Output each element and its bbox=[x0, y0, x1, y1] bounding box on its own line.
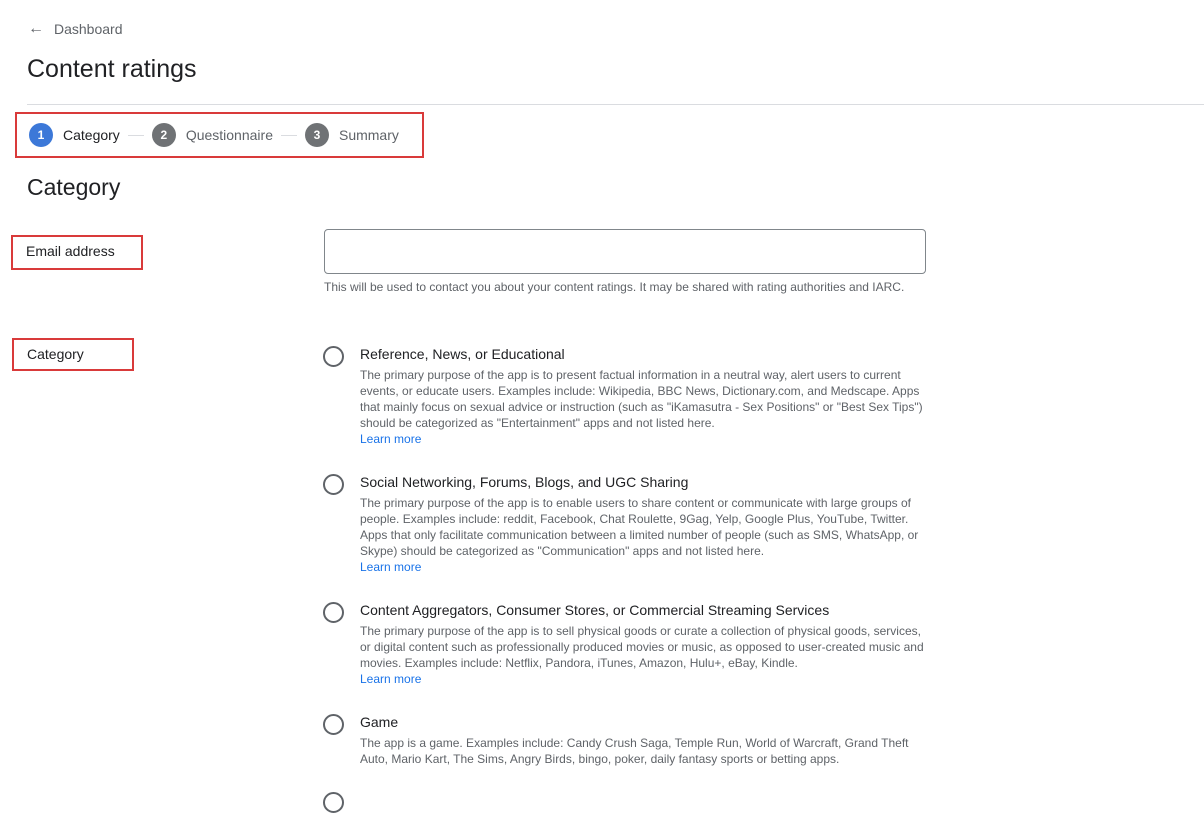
email-address-label: Email address bbox=[11, 235, 143, 270]
step-label: Summary bbox=[338, 127, 399, 143]
page-title: Content ratings bbox=[27, 55, 197, 83]
step-number-badge: 3 bbox=[304, 123, 329, 147]
back-to-dashboard-link[interactable]: ← Dashboard bbox=[28, 20, 123, 38]
option-description-text: The primary purpose of the app is to sel… bbox=[360, 624, 924, 670]
option-description-text: The primary purpose of the app is to pre… bbox=[360, 368, 923, 430]
back-link-label: Dashboard bbox=[54, 21, 123, 37]
option-description: The primary purpose of the app is to sel… bbox=[360, 623, 930, 687]
option-description: The app is a game. Examples include: Can… bbox=[360, 735, 930, 767]
radio-button[interactable] bbox=[323, 714, 344, 735]
email-address-input[interactable] bbox=[324, 229, 926, 274]
step-number-badge: 2 bbox=[151, 123, 176, 147]
step-category[interactable]: 1 Category bbox=[29, 123, 120, 147]
radio-button[interactable] bbox=[323, 792, 344, 813]
step-number-badge: 1 bbox=[29, 123, 53, 147]
email-helper-text: This will be used to contact you about y… bbox=[324, 280, 905, 294]
learn-more-link[interactable]: Learn more bbox=[360, 431, 930, 447]
learn-more-link[interactable]: Learn more bbox=[360, 671, 930, 687]
option-description-text: The app is a game. Examples include: Can… bbox=[360, 736, 909, 766]
step-summary[interactable]: 3 Summary bbox=[304, 123, 399, 147]
stepper: 1 Category 2 Questionnaire 3 Summary bbox=[15, 112, 424, 158]
step-connector bbox=[127, 134, 144, 136]
option-title: Reference, News, or Educational bbox=[360, 346, 565, 362]
step-connector bbox=[280, 134, 297, 136]
learn-more-link[interactable]: Learn more bbox=[360, 559, 930, 575]
option-description-text: The primary purpose of the app is to ena… bbox=[360, 496, 919, 558]
header-divider bbox=[27, 104, 1204, 105]
radio-button[interactable] bbox=[323, 346, 344, 367]
option-title: Social Networking, Forums, Blogs, and UG… bbox=[360, 474, 689, 490]
section-title: Category bbox=[27, 174, 121, 200]
step-label: Questionnaire bbox=[185, 127, 273, 143]
radio-button[interactable] bbox=[323, 602, 344, 623]
arrow-left-icon: ← bbox=[28, 20, 44, 37]
step-questionnaire[interactable]: 2 Questionnaire bbox=[151, 123, 273, 147]
option-title: Content Aggregators, Consumer Stores, or… bbox=[360, 602, 830, 618]
option-description: The primary purpose of the app is to ena… bbox=[360, 495, 930, 575]
category-label: Category bbox=[12, 338, 134, 371]
option-description: The primary purpose of the app is to pre… bbox=[360, 367, 930, 447]
option-title: Game bbox=[360, 714, 399, 730]
step-label: Category bbox=[63, 127, 120, 143]
radio-button[interactable] bbox=[323, 474, 344, 495]
